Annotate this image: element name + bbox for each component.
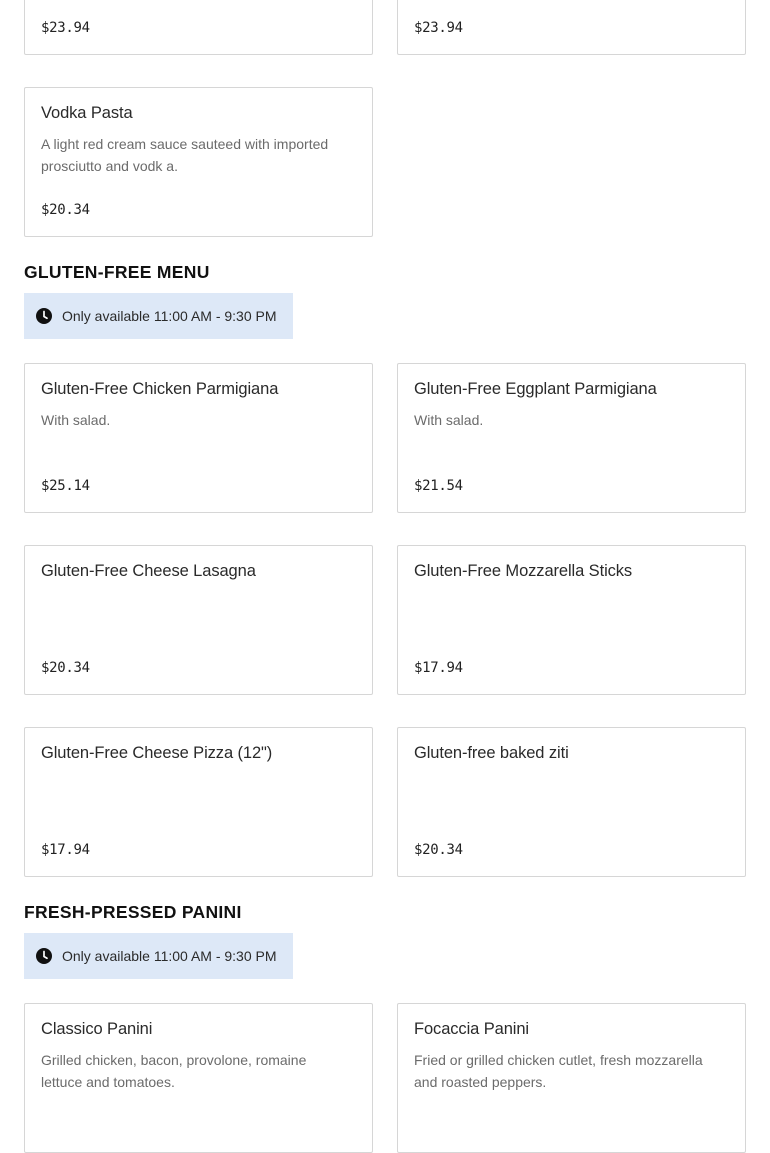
menu-item-card[interactable]: $23.94 [24, 0, 373, 55]
item-description: A light red cream sauce sauteed with imp… [41, 136, 329, 174]
menu-item-card[interactable]: Gluten-Free Mozzarella Sticks $17.94 [397, 545, 746, 695]
item-price: $17.94 [414, 660, 463, 676]
item-price: $20.34 [41, 660, 90, 676]
item-name: Classico Panini [41, 1020, 153, 1038]
item-price: $20.34 [414, 842, 463, 858]
menu-item-card[interactable]: Gluten-Free Cheese Pizza (12") $17.94 [24, 727, 373, 877]
item-price: $25.14 [41, 478, 90, 494]
item-name: Vodka Pasta [41, 104, 133, 122]
item-description: With salad. [414, 412, 484, 428]
item-price: $23.94 [41, 20, 90, 36]
item-price: $23.94 [414, 20, 463, 36]
menu-item-card[interactable]: Focaccia Panini Fried or grilled chicken… [397, 1003, 746, 1153]
item-name: Gluten-Free Chicken Parmigiana [41, 380, 279, 398]
section-title-panini: FRESH-PRESSED PANINI [24, 902, 242, 922]
item-description: Grilled chicken, bacon, provolone, romai… [41, 1052, 307, 1090]
menu-item-card[interactable]: Gluten-Free Cheese Lasagna $20.34 [24, 545, 373, 695]
item-name: Gluten-Free Cheese Lasagna [41, 562, 256, 580]
menu-item-card[interactable]: Gluten-free baked ziti $20.34 [397, 727, 746, 877]
item-price: $17.94 [41, 842, 90, 858]
menu-item-card-vodka-pasta[interactable]: Vodka Pasta A light red cream sauce saut… [24, 87, 373, 237]
item-name: Gluten-Free Eggplant Parmigiana [414, 380, 657, 398]
clock-icon [36, 308, 52, 324]
menu-item-card[interactable]: Gluten-Free Eggplant Parmigiana With sal… [397, 363, 746, 513]
menu-item-card[interactable]: $23.94 [397, 0, 746, 55]
availability-banner: Only available 11:00 AM - 9:30 PM [24, 293, 293, 339]
item-description: With salad. [41, 412, 111, 428]
section-title-gluten-free: GLUTEN-FREE MENU [24, 262, 210, 282]
item-name: Gluten-Free Cheese Pizza (12") [41, 744, 273, 762]
menu-item-card[interactable]: Gluten-Free Chicken Parmigiana With sala… [24, 363, 373, 513]
item-description: Fried or grilled chicken cutlet, fresh m… [414, 1052, 703, 1090]
item-name: Gluten-free baked ziti [414, 744, 569, 762]
menu-item-card[interactable]: Classico Panini Grilled chicken, bacon, … [24, 1003, 373, 1153]
availability-text: Only available 11:00 AM - 9:30 PM [62, 308, 277, 324]
item-name: Focaccia Panini [414, 1020, 529, 1038]
item-name: Gluten-Free Mozzarella Sticks [414, 562, 633, 580]
availability-text: Only available 11:00 AM - 9:30 PM [62, 948, 277, 964]
availability-banner: Only available 11:00 AM - 9:30 PM [24, 933, 293, 979]
clock-icon [36, 948, 52, 964]
item-price: $20.34 [41, 202, 90, 218]
item-price: $21.54 [414, 478, 463, 494]
